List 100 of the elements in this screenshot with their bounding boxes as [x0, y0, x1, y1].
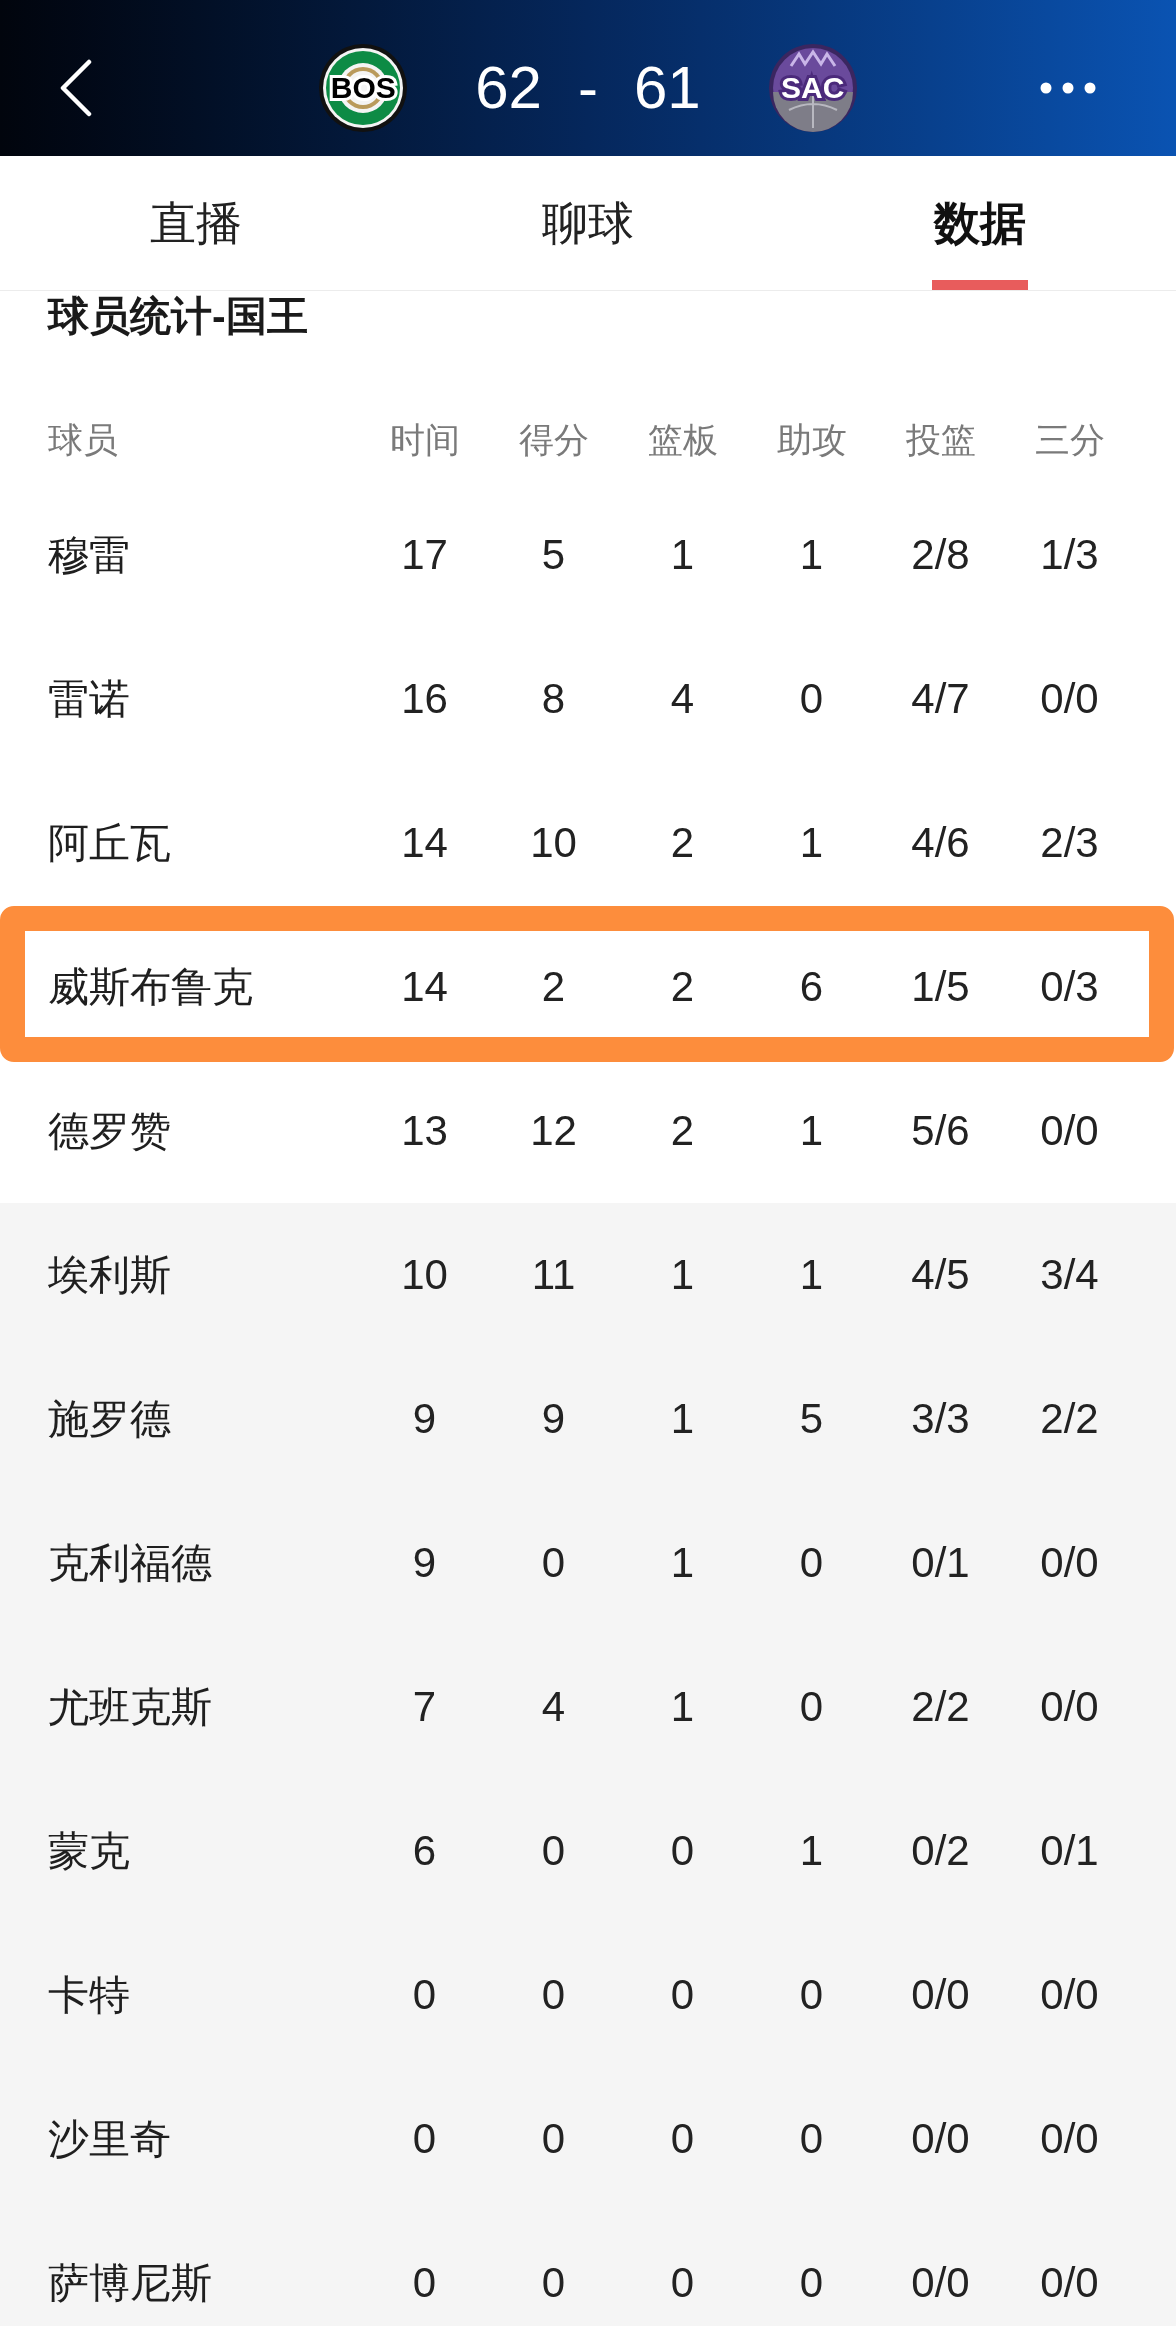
- team-logo-icon: [768, 44, 857, 132]
- player-name: 卡特: [48, 1971, 130, 2020]
- table-cell: 0/1: [911, 1538, 970, 1588]
- table-cell: 0: [799, 674, 824, 724]
- table-cell: 0: [799, 1682, 824, 1732]
- table-cell: 0/0: [911, 1970, 970, 2020]
- table-cell: 1: [799, 1250, 824, 1300]
- column-header: 得分: [518, 418, 589, 461]
- player-name: 雷诺: [48, 675, 130, 724]
- tab[interactable]: 聊球: [392, 156, 784, 290]
- player-name: 阿丘瓦: [48, 819, 171, 868]
- table-cell: 1/5: [911, 962, 970, 1012]
- table-cell: 9: [541, 1394, 566, 1444]
- table-cell: 4/6: [911, 818, 970, 868]
- table-cell: 1: [670, 1394, 695, 1444]
- table-cell: 1: [670, 1538, 695, 1588]
- away-score: 61: [634, 53, 701, 123]
- tab[interactable]: 直播: [0, 156, 392, 290]
- player-name: 施罗德: [48, 1395, 171, 1444]
- table-cell: 4: [541, 1682, 566, 1732]
- table-cell: 1/3: [1040, 530, 1099, 580]
- table-cell: 3/3: [911, 1394, 970, 1444]
- table-cell: 0/0: [911, 2258, 970, 2308]
- table-cell: 3/4: [1040, 1250, 1099, 1300]
- table-cell: 4: [670, 674, 695, 724]
- table-cell: 0/0: [1040, 1538, 1099, 1588]
- table-cell: 7: [412, 1682, 437, 1732]
- player-name: 蒙克: [48, 1827, 130, 1876]
- table-cell: 10: [401, 1250, 448, 1300]
- player-name: 萨博尼斯: [48, 2259, 212, 2308]
- table-cell: 2: [670, 818, 695, 868]
- table-cell: 0: [412, 1970, 437, 2020]
- table-cell: 0: [541, 2114, 566, 2164]
- table-cell: 0: [541, 2258, 566, 2308]
- table-cell: 0: [541, 1826, 566, 1876]
- table-cell: 0: [799, 1538, 824, 1588]
- table-cell: 11: [531, 1250, 576, 1300]
- table-cell: 2/2: [911, 1682, 970, 1732]
- column-header: 助攻: [776, 418, 847, 461]
- table-cell: 1: [799, 530, 824, 580]
- table-cell: 9: [412, 1538, 437, 1588]
- home-score: 62: [475, 53, 542, 123]
- table-cell: 2/2: [1040, 1394, 1099, 1444]
- table-cell: 5: [799, 1394, 824, 1444]
- table-cell: 0: [670, 2258, 695, 2308]
- table-cell: 0: [799, 2114, 824, 2164]
- player-name: 威斯布鲁克: [48, 963, 253, 1012]
- player-name: 沙里奇: [48, 2115, 171, 2164]
- more-icon: [1040, 82, 1096, 94]
- table-cell: 2: [670, 962, 695, 1012]
- column-header: 时间: [389, 418, 460, 461]
- table-cell: 1: [670, 1682, 695, 1732]
- table-cell: 14: [401, 818, 448, 868]
- table-cell: 0: [670, 1826, 695, 1876]
- table-cell: 0/0: [1040, 674, 1099, 724]
- table-cell: 4/7: [911, 674, 970, 724]
- table-cell: 0: [799, 2258, 824, 2308]
- table-cell: 1: [799, 818, 824, 868]
- column-header: 球员: [48, 418, 118, 461]
- table-cell: 0: [670, 1970, 695, 2020]
- column-header: 投篮: [905, 418, 976, 461]
- table-cell: 0/2: [911, 1826, 970, 1876]
- table-cell: 2/8: [911, 530, 970, 580]
- tab[interactable]: 数据: [784, 156, 1176, 290]
- section-title: 球员统计-国王: [48, 293, 308, 339]
- table-cell: 0/1: [1040, 1826, 1099, 1876]
- table-cell: 0/0: [911, 2114, 970, 2164]
- table-cell: 0/0: [1040, 1682, 1099, 1732]
- table-cell: 5: [541, 530, 566, 580]
- table-cell: 0/0: [1040, 1970, 1099, 2020]
- table-cell: 6: [799, 962, 824, 1012]
- table-cell: 1: [670, 1250, 695, 1300]
- table-cell: 0/0: [1040, 2258, 1099, 2308]
- column-header: 三分: [1034, 418, 1105, 461]
- table-cell: 4/5: [911, 1250, 970, 1300]
- chevron-left-icon: [60, 59, 92, 117]
- table-cell: 0: [670, 2114, 695, 2164]
- table-cell: 1: [670, 530, 695, 580]
- player-name: 穆雷: [48, 531, 130, 580]
- table-cell: 0: [412, 2258, 437, 2308]
- table-cell: 14: [401, 962, 448, 1012]
- table-cell: 5/6: [911, 1106, 970, 1156]
- table-cell: 13: [401, 1106, 448, 1156]
- table-cell: 12: [530, 1106, 577, 1156]
- table-cell: 2: [541, 962, 566, 1012]
- table-cell: 1: [799, 1106, 824, 1156]
- table-cell: 2: [670, 1106, 695, 1156]
- table-cell: 1: [799, 1826, 824, 1876]
- table-cell: 10: [530, 818, 577, 868]
- table-cell: 0/0: [1040, 2114, 1099, 2164]
- table-cell: 8: [541, 674, 566, 724]
- score-separator: -: [578, 53, 598, 123]
- player-name: 尤班克斯: [48, 1683, 212, 1732]
- player-name: 埃利斯: [48, 1251, 171, 1300]
- column-header: 篮板: [647, 418, 718, 461]
- table-cell: 16: [401, 674, 448, 724]
- table-cell: 6: [412, 1826, 437, 1876]
- table-cell: 0: [799, 1970, 824, 2020]
- player-name: 克利福德: [48, 1539, 212, 1588]
- table-cell: 2/3: [1040, 818, 1099, 868]
